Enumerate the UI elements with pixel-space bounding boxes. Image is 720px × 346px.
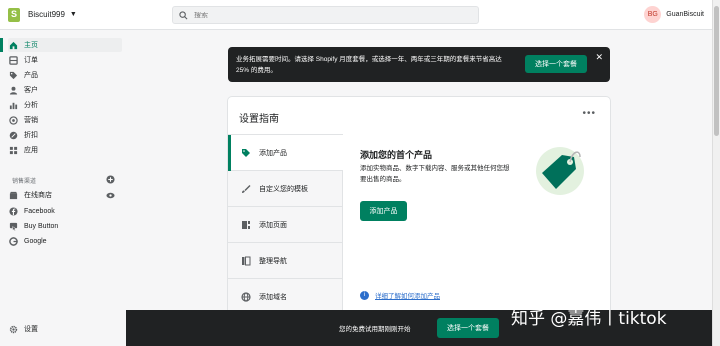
buy-button-icon — [8, 221, 18, 231]
globe-icon — [240, 291, 251, 302]
store-name: Biscuit999 — [28, 10, 65, 19]
banner-text: 业务拓展需要时间。请选择 Shopify 月度套餐，或选择一年、两年或三年期的套… — [236, 56, 502, 74]
sidebar-item-products[interactable]: 产品 — [8, 68, 122, 82]
sidebar-item-label: 设置 — [24, 326, 38, 333]
sidebar-item-customers[interactable]: 客户 — [8, 83, 122, 97]
detail-title: 添加您的首个产品 — [360, 150, 433, 160]
add-product-button[interactable]: 添加产品 — [360, 201, 407, 221]
sidebar-item-discounts[interactable]: 折扣 — [8, 128, 122, 142]
eye-icon[interactable] — [106, 191, 115, 200]
sidebar-item-label: 折扣 — [24, 132, 38, 139]
user-menu[interactable]: BG GuanBiscuit — [644, 6, 704, 23]
orders-icon — [8, 55, 18, 65]
search-input[interactable] — [194, 11, 454, 19]
sidebar-item-facebook[interactable]: Facebook — [8, 204, 122, 218]
guide-item-customize-theme[interactable]: 自定义您的模板 — [228, 171, 343, 207]
product-tag-illustration-icon — [536, 147, 584, 195]
trial-text: 您的免费试用期刚刚开始 — [339, 326, 411, 333]
top-bar: Biscuit999 ▼ BG GuanBiscuit — [0, 0, 712, 30]
navigation-icon — [240, 255, 251, 266]
choose-plan-button[interactable]: 选择一个套餐 — [525, 55, 587, 73]
sidebar-item-analytics[interactable]: 分析 — [8, 98, 122, 112]
scrollbar[interactable] — [712, 0, 720, 346]
sidebar-item-label: 主页 — [24, 42, 38, 49]
plan-banner: 业务拓展需要时间。请选择 Shopify 月度套餐，或选择一年、两年或三年期的套… — [228, 47, 610, 82]
brush-icon — [240, 183, 251, 194]
tag-icon — [8, 70, 18, 80]
search-icon — [179, 10, 188, 19]
sidebar-item-label: 营销 — [24, 117, 38, 124]
close-icon[interactable]: ✕ — [595, 52, 603, 63]
sidebar: 主页 订单 产品 客户 分析 营销 折扣 应用 销售渠道 在线商店 Facebo… — [0, 31, 126, 346]
discount-icon — [8, 130, 18, 140]
chevron-down-icon: ▼ — [69, 11, 77, 18]
sidebar-item-label: 客户 — [24, 87, 38, 94]
sidebar-item-settings[interactable]: 设置 — [8, 322, 122, 336]
apps-icon — [8, 145, 18, 155]
more-icon[interactable]: ••• — [582, 108, 596, 119]
sidebar-item-label: Google — [24, 237, 47, 245]
detail-description: 添加实物商品、数字下载内容、服务或其他任何您想要出售的商品。 — [360, 165, 510, 183]
guide-item-label: 添加域名 — [259, 293, 287, 301]
sidebar-item-home[interactable]: 主页 — [0, 38, 122, 52]
sales-channels-heading: 销售渠道 — [12, 179, 37, 185]
help-row: i 详细了解如何添加产品 — [360, 290, 440, 300]
facebook-icon — [8, 206, 18, 216]
sidebar-item-orders[interactable]: 订单 — [8, 53, 122, 67]
sidebar-item-label: 分析 — [24, 102, 38, 109]
sidebar-item-label: 应用 — [24, 147, 38, 154]
store-switcher[interactable]: Biscuit999 ▼ — [8, 7, 158, 22]
scrollbar-thumb[interactable] — [714, 6, 719, 136]
help-link[interactable]: 详细了解如何添加产品 — [375, 290, 440, 300]
guide-item-label: 自定义您的模板 — [259, 185, 308, 193]
google-icon — [8, 236, 18, 246]
target-icon — [8, 115, 18, 125]
sidebar-item-buy-button[interactable]: Buy Button — [8, 219, 122, 233]
watermark: 知乎 @嘉伟丨tiktok — [511, 309, 667, 329]
guide-item-add-product[interactable]: 添加产品 — [228, 135, 343, 171]
sidebar-item-online-store[interactable]: 在线商店 — [8, 188, 122, 202]
sidebar-item-label: 订单 — [24, 57, 38, 64]
guide-item-add-page[interactable]: 添加页面 — [228, 207, 343, 243]
bar-chart-icon — [8, 100, 18, 110]
person-icon — [8, 85, 18, 95]
guide-item-label: 添加页面 — [259, 221, 287, 229]
gear-icon — [8, 324, 18, 334]
search-bar[interactable] — [172, 6, 479, 24]
choose-plan-button-bottom[interactable]: 选择一个套餐 — [437, 318, 499, 338]
card-title: 设置指南 — [239, 114, 279, 125]
sidebar-item-apps[interactable]: 应用 — [8, 143, 122, 157]
sidebar-item-label: Facebook — [24, 207, 55, 215]
add-channel-icon[interactable] — [106, 175, 115, 184]
info-icon: i — [360, 290, 369, 300]
guide-item-navigation[interactable]: 整理导航 — [228, 243, 343, 279]
sidebar-item-marketing[interactable]: 营销 — [8, 113, 122, 127]
sidebar-item-google[interactable]: Google — [8, 234, 122, 248]
sidebar-item-label: 产品 — [24, 72, 38, 79]
home-icon — [8, 40, 18, 50]
guide-item-label: 添加产品 — [259, 149, 287, 157]
sidebar-item-label: Buy Button — [24, 222, 59, 230]
guide-list: 添加产品 自定义您的模板 添加页面 整理导航 添加域名 — [228, 134, 343, 317]
setup-guide-card: 设置指南 ••• 添加产品 自定义您的模板 添加页面 整理导航 添加域名 添加您… — [228, 97, 610, 317]
user-name: GuanBiscuit — [666, 11, 704, 18]
page-icon — [240, 219, 251, 230]
guide-item-label: 整理导航 — [259, 257, 287, 265]
tag-icon — [240, 147, 251, 158]
sidebar-item-label: 在线商店 — [24, 192, 52, 199]
store-icon — [8, 190, 18, 200]
avatar: BG — [644, 6, 662, 23]
shopify-logo-icon — [8, 7, 20, 22]
